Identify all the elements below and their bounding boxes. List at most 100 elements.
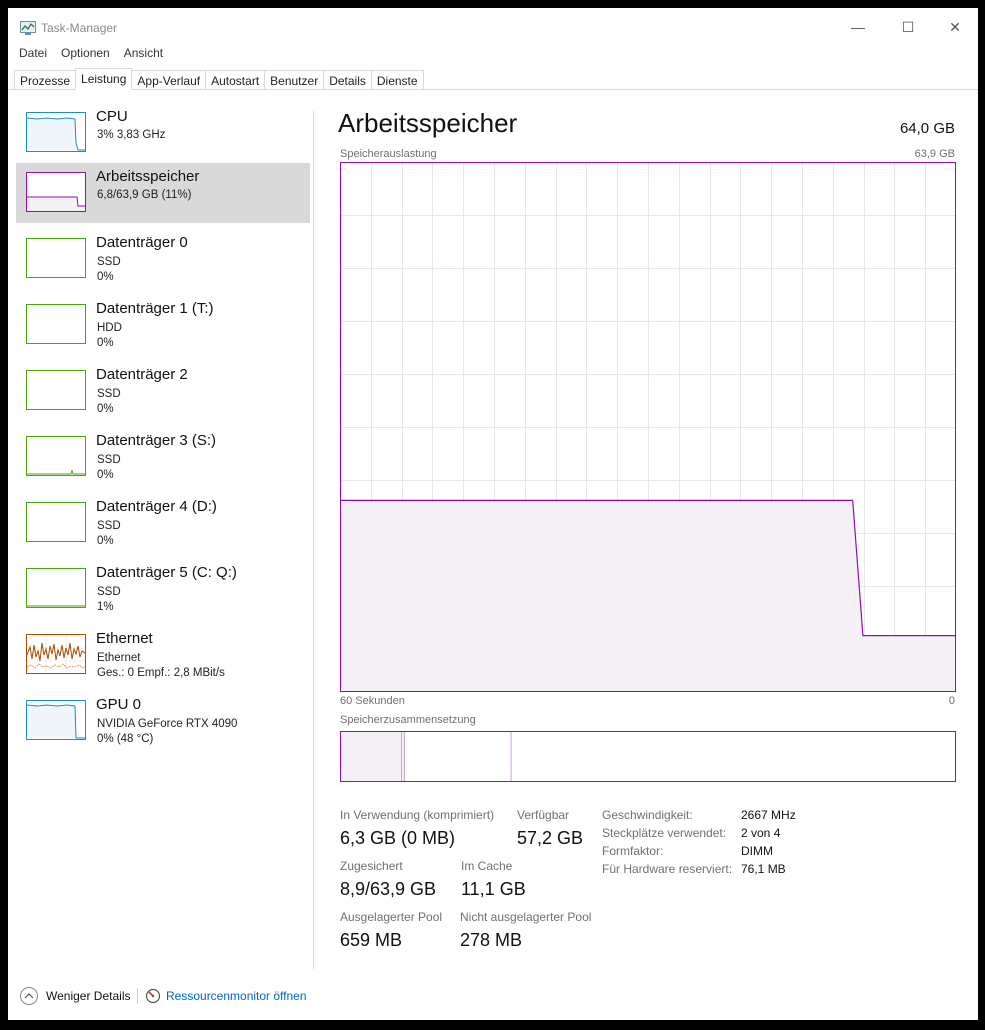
sidebar-item-label: Datenträger 0	[96, 234, 188, 251]
tab-autostart[interactable]: Autostart	[205, 70, 265, 90]
tab-app-verlauf[interactable]: App-Verlauf	[132, 70, 206, 90]
speed-value: 2667 MHz	[741, 808, 796, 822]
hardware-reserved-key: Für Hardware reserviert:	[602, 862, 733, 876]
sidebar-item-detail: 6,8/63,9 GB (11%)	[97, 189, 192, 201]
graph-axis-right: 0	[948, 695, 955, 707]
fewer-details-button[interactable]: Weniger Details	[20, 987, 130, 1005]
tab-strip: Prozesse Leistung App-Verlauf Autostart …	[14, 68, 424, 90]
disk-graph-icon	[26, 568, 86, 608]
composition-standby[interactable]	[404, 732, 512, 781]
sidebar-item-detail: 0%	[97, 535, 114, 547]
sidebar-item-detail: 0%	[97, 403, 114, 415]
sidebar-item-label: CPU	[96, 108, 128, 125]
disk-graph-icon	[26, 370, 86, 410]
sidebar-item-detail: 0% (48 °C)	[97, 733, 154, 745]
total-memory: 64,0 GB	[899, 120, 955, 137]
sidebar-item-detail: 0%	[97, 469, 114, 481]
sidebar-item-label: Datenträger 3 (S:)	[96, 432, 217, 449]
paged-pool-label: Ausgelagerter Pool	[340, 910, 443, 924]
sidebar-item-label: Datenträger 1 (T:)	[96, 300, 214, 317]
disk-graph-icon	[26, 238, 86, 278]
sidebar-item-detail: SSD	[97, 520, 121, 532]
sidebar-item-label: Arbeitsspeicher	[96, 168, 200, 185]
sidebar-item-memory[interactable]: Arbeitsspeicher 6,8/63,9 GB (11%)	[16, 163, 310, 223]
memory-graph-icon	[26, 172, 86, 212]
in-use-value: 6,3 GB (0 MB)	[340, 828, 456, 848]
form-factor-value: DIMM	[741, 844, 773, 858]
tab-details[interactable]: Details	[323, 70, 371, 90]
sidebar-item-label: Datenträger 4 (D:)	[96, 498, 217, 515]
network-graph-icon	[26, 634, 86, 674]
sidebar-item-detail: Ges.: 0 Empf.: 2,8 MBit/s	[97, 667, 225, 679]
title-bar: Task-Manager — ☐ ✕	[8, 8, 978, 40]
window-title: Task-Manager	[41, 21, 118, 35]
menu-datei[interactable]: Datei	[19, 46, 47, 64]
resource-monitor-link[interactable]: Ressourcenmonitor öffnen	[145, 988, 307, 1004]
sidebar-item-detail: NVIDIA GeForce RTX 4090	[97, 718, 238, 730]
form-factor-key: Formfaktor:	[602, 844, 664, 858]
sidebar-item-detail: 0%	[97, 337, 114, 349]
chevron-up-icon	[20, 987, 38, 1005]
tab-benutzer[interactable]: Benutzer	[264, 70, 324, 90]
in-use-label: In Verwendung (komprimiert)	[340, 808, 495, 822]
available-value: 57,2 GB	[517, 828, 584, 848]
sidebar-item-disk-4[interactable]: Datenträger 4 (D:) SSD 0%	[16, 493, 310, 553]
sidebar-item-label: Ethernet	[96, 630, 153, 647]
paged-pool-value: 659 MB	[340, 930, 403, 950]
sidebar-item-cpu[interactable]: CPU 3% 3,83 GHz	[16, 103, 310, 163]
memory-usage-graph	[340, 162, 956, 692]
panel-divider	[313, 111, 314, 969]
cached-label: Im Cache	[461, 859, 513, 873]
nonpaged-pool-label: Nicht ausgelagerter Pool	[460, 910, 592, 924]
available-label: Verfügbar	[517, 808, 570, 822]
committed-label: Zugesichert	[340, 859, 403, 873]
footer: Weniger Details Ressourcenmonitor öffnen	[8, 980, 978, 1010]
slots-key: Steckplätze verwendet:	[602, 826, 727, 840]
tab-dienste[interactable]: Dienste	[370, 70, 424, 90]
disk-graph-icon	[26, 502, 86, 542]
speed-key: Geschwindigkeit:	[602, 808, 693, 822]
sidebar-item-label: Datenträger 5 (C: Q:)	[96, 564, 237, 581]
sidebar-item-detail: 1%	[97, 601, 114, 613]
sidebar-item-detail: HDD	[97, 322, 122, 334]
menu-bar: Datei Optionen Ansicht	[8, 46, 166, 64]
task-manager-window: Task-Manager — ☐ ✕ Datei Optionen Ansich…	[8, 8, 978, 1020]
sidebar-item-detail: SSD	[97, 388, 121, 400]
sidebar-item-disk-0[interactable]: Datenträger 0 SSD 0%	[16, 229, 310, 289]
sidebar-item-label: Datenträger 2	[96, 366, 188, 383]
sidebar-item-label: GPU 0	[96, 696, 142, 713]
menu-optionen[interactable]: Optionen	[61, 46, 110, 64]
cpu-graph-icon	[26, 112, 86, 152]
hardware-reserved-value: 76,1 MB	[741, 862, 786, 876]
sidebar-item-disk-3[interactable]: Datenträger 3 (S:) SSD 0%	[16, 427, 310, 487]
sidebar-item-ethernet[interactable]: Ethernet Ethernet Ges.: 0 Empf.: 2,8 MBi…	[16, 625, 310, 685]
sidebar-item-gpu-0[interactable]: GPU 0 NVIDIA GeForce RTX 4090 0% (48 °C)	[16, 691, 310, 751]
cached-value: 11,1 GB	[461, 879, 526, 899]
fewer-details-label: Weniger Details	[46, 989, 131, 1003]
maximize-icon: ☐	[901, 18, 915, 35]
composition-free[interactable]	[511, 732, 953, 781]
tab-prozesse[interactable]: Prozesse	[14, 70, 76, 90]
composition-label: Speicherzusammensetzung	[340, 714, 476, 726]
minimize-button[interactable]: —	[835, 14, 881, 40]
sidebar-item-disk-5[interactable]: Datenträger 5 (C: Q:) SSD 1%	[16, 559, 310, 619]
page-title: Arbeitsspeicher	[338, 108, 518, 138]
menu-ansicht[interactable]: Ansicht	[124, 46, 163, 64]
maximize-button[interactable]: ☐	[885, 14, 931, 40]
disk-graph-icon	[26, 436, 86, 476]
sidebar-item-detail: 3% 3,83 GHz	[97, 129, 166, 141]
minimize-icon: —	[851, 19, 865, 35]
composition-in-use[interactable]	[341, 732, 402, 781]
sidebar-item-detail: Ethernet	[97, 652, 141, 664]
resource-monitor-label: Ressourcenmonitor öffnen	[166, 989, 307, 1003]
sidebar-item-detail: SSD	[97, 586, 121, 598]
sidebar-item-detail: SSD	[97, 256, 121, 268]
sidebar-item-disk-2[interactable]: Datenträger 2 SSD 0%	[16, 361, 310, 421]
sidebar-item-disk-1[interactable]: Datenträger 1 (T:) HDD 0%	[16, 295, 310, 355]
close-icon: ✕	[949, 18, 961, 35]
memory-composition-bar[interactable]	[340, 731, 956, 782]
tab-leistung[interactable]: Leistung	[75, 68, 133, 90]
close-button[interactable]: ✕	[932, 14, 978, 40]
footer-separator	[137, 988, 138, 1004]
sidebar-item-detail: 0%	[97, 271, 114, 283]
